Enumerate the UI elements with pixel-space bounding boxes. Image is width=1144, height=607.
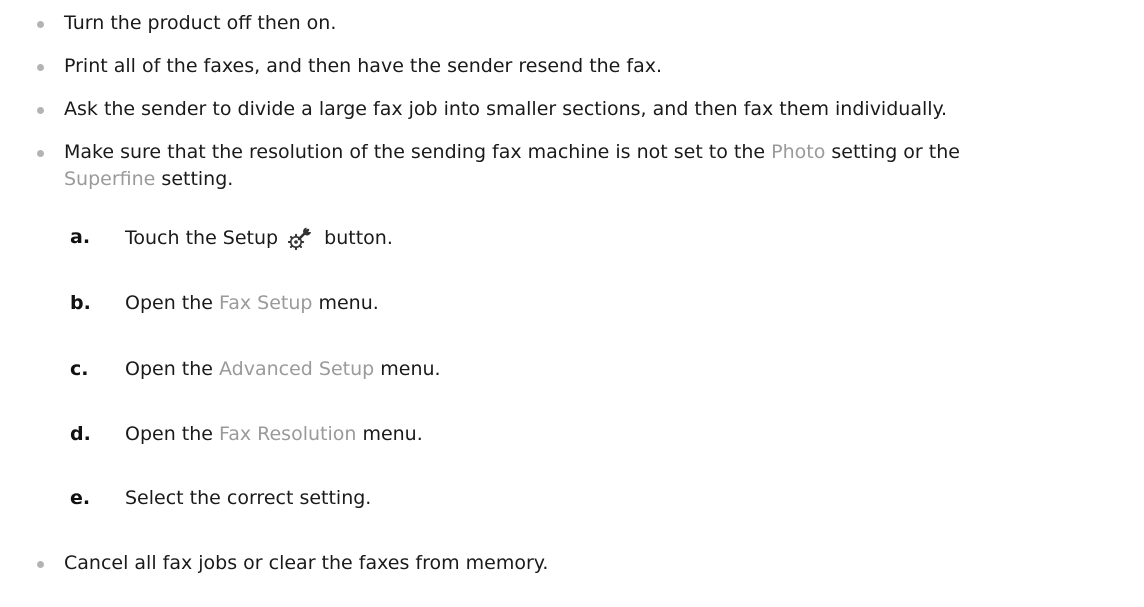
step-text: Open the Fax Setup menu.: [125, 290, 379, 317]
bullet-dot: [37, 561, 44, 568]
step-text-suffix: menu.: [374, 358, 441, 380]
setting-text-suffix: setting.: [155, 168, 234, 190]
bullet-text-line-1: Make sure that the resolution of the sen…: [64, 139, 960, 166]
fax-resolution-menu-reference: Fax Resolution: [219, 423, 357, 445]
step-text-prefix: Open the: [125, 292, 220, 314]
bullet-item-divide-fax-job: Ask the sender to divide a large fax job…: [0, 96, 947, 123]
setup-wrench-gear-icon: [288, 227, 312, 250]
fax-setup-menu-reference: Fax Setup: [219, 292, 313, 314]
step-text-prefix: Open the: [125, 358, 220, 380]
bullet-dot: [37, 21, 44, 28]
bullet-dot: [37, 107, 44, 114]
bullet-item-resolution: Make sure that the resolution of the sen…: [0, 139, 960, 193]
bullet-item-cancel-jobs: Cancel all fax jobs or clear the faxes f…: [0, 550, 548, 577]
bullet-dot: [37, 64, 44, 71]
step-text-prefix: Open the: [125, 423, 220, 445]
step-text-suffix: button.: [318, 227, 393, 249]
step-text-suffix: menu.: [356, 423, 423, 445]
step-letter: e.: [70, 487, 91, 509]
step-text-suffix: menu.: [312, 292, 379, 314]
step-text: Select the correct setting.: [125, 487, 372, 509]
resolution-text-prefix: Make sure that the resolution of the sen…: [64, 141, 772, 163]
bullet-text: Turn the product off then on.: [64, 12, 337, 34]
step-text-prefix: Touch the Setup: [125, 227, 285, 249]
step-letter: c.: [70, 358, 89, 380]
bullet-text: Cancel all fax jobs or clear the faxes f…: [64, 552, 549, 574]
step-text: Touch the Setup button.: [125, 224, 393, 252]
step-letter: d.: [70, 423, 91, 445]
bullet-item-print-faxes: Print all of the faxes, and then have th…: [0, 53, 662, 80]
bullet-dot: [37, 150, 44, 157]
bullet-item-power-cycle: Turn the product off then on.: [0, 10, 336, 37]
bullet-text-line-2: Superfine setting.: [64, 166, 960, 193]
bullet-text: Ask the sender to divide a large fax job…: [64, 98, 948, 120]
step-letter: b.: [70, 292, 91, 314]
step-letter: a.: [70, 226, 91, 248]
advanced-setup-menu-reference: Advanced Setup: [219, 358, 375, 380]
bullet-text: Print all of the faxes, and then have th…: [64, 55, 663, 77]
photo-setting-reference: Photo: [771, 141, 826, 163]
superfine-setting-reference: Superfine: [64, 168, 156, 190]
resolution-text-suffix: setting or the: [825, 141, 960, 163]
manual-page: Turn the product off then on. Print all …: [0, 0, 1144, 607]
step-text: Open the Fax Resolution menu.: [125, 421, 423, 448]
step-text: Open the Advanced Setup menu.: [125, 356, 441, 383]
